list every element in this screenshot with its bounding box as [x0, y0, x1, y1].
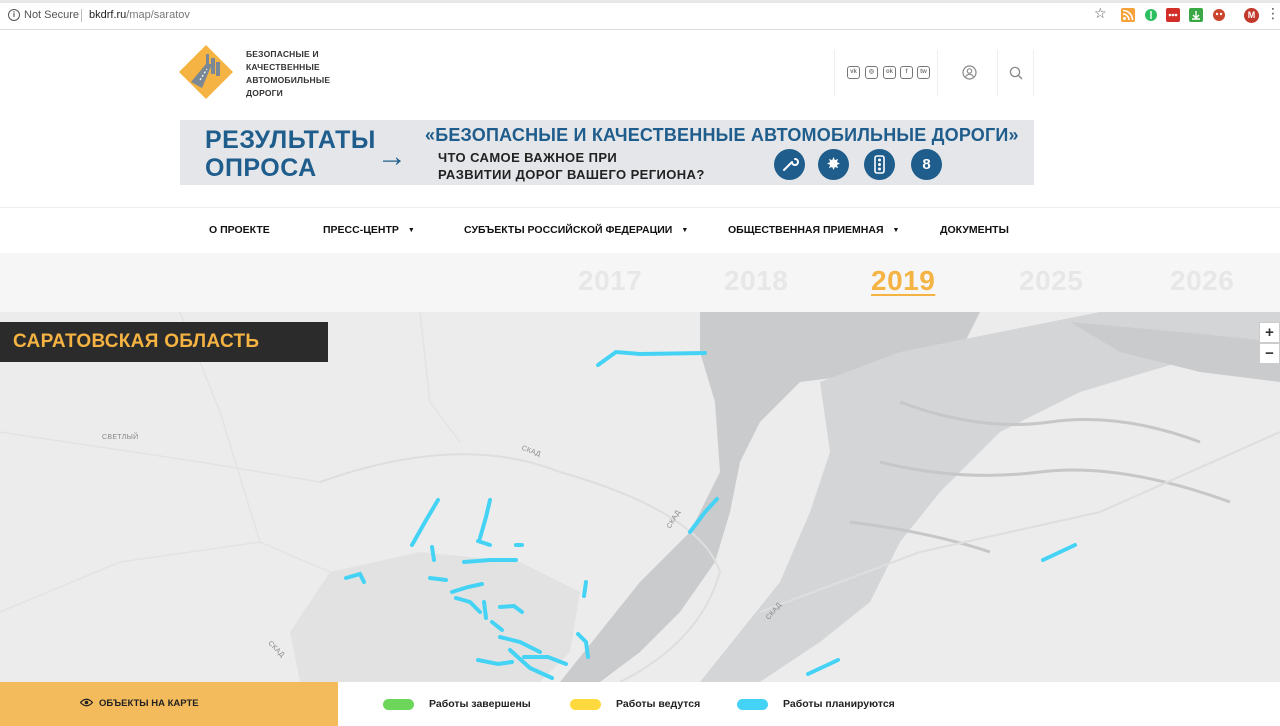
year-2019[interactable]: 2019	[871, 265, 935, 297]
survey-banner[interactable]: РЕЗУЛЬТАТЫ ОПРОСА → «БЕЗОПАСНЫЕ И КАЧЕСТ…	[180, 120, 1034, 185]
year-2025[interactable]: 2025	[1019, 265, 1083, 297]
vk-icon[interactable]: vk	[847, 66, 860, 79]
site-logo[interactable]	[178, 44, 234, 100]
nav-label: ПРЕСС-ЦЕНТР	[323, 224, 399, 236]
browser-menu-icon[interactable]: ⋮	[1266, 6, 1280, 20]
profile-avatar[interactable]: M	[1244, 8, 1259, 23]
nav-label: ОБЩЕСТВЕННАЯ ПРИЕМНАЯ	[728, 224, 884, 236]
info-icon[interactable]: i	[8, 9, 20, 21]
facebook-icon[interactable]: f	[900, 66, 913, 79]
pothole-icon: ✸	[818, 149, 849, 180]
traffic-light-icon	[864, 149, 895, 180]
rss-icon[interactable]	[1121, 8, 1135, 22]
download-extension-icon[interactable]	[1189, 8, 1203, 22]
city-area	[290, 552, 580, 682]
banner-line-2: ОПРОСА	[205, 154, 317, 182]
url-host: bkdrf.ru	[89, 9, 127, 21]
user-icon	[962, 65, 977, 80]
map-label-svetly: СВЕТЛЫЙ	[102, 434, 139, 441]
browser-top-strip	[0, 0, 1280, 3]
nav-item-public-reception[interactable]: ОБЩЕСТВЕННАЯ ПРИЕМНАЯ ▼	[728, 224, 899, 236]
bookmark-star-icon[interactable]: ☆	[1094, 5, 1108, 21]
url-path: /map/saratov	[126, 9, 190, 21]
odnoklassniki-icon[interactable]: ok	[883, 66, 896, 79]
banner-question-title: «БЕЗОПАСНЫЕ И КАЧЕСТВЕННЫЕ АВТОМОБИЛЬНЫЕ…	[425, 125, 1019, 145]
map-canvas[interactable]	[0, 312, 1280, 682]
nav-label: СУБЪЕКТЫ РОССИЙСКОЙ ФЕДЕРАЦИИ	[464, 224, 673, 236]
legend-swatch-yellow	[570, 699, 601, 710]
caret-down-icon: ▼	[407, 227, 415, 234]
nav-item-documents[interactable]: ДОКУМЕНТЫ	[940, 224, 1009, 236]
banner-subtitle-line-1: ЧТО САМОЕ ВАЖНОЕ ПРИ	[438, 150, 618, 165]
instagram-icon[interactable]: ◎	[865, 66, 878, 79]
caret-down-icon: ▼	[681, 227, 689, 234]
objects-on-map-label: ОБЪЕКТЫ НА КАРТЕ	[99, 698, 199, 709]
banner-line-1: РЕЗУЛЬТАТЫ	[205, 126, 376, 154]
twitter-icon[interactable]: tw	[917, 66, 930, 79]
evernote-icon[interactable]	[1144, 8, 1158, 22]
lastpass-icon[interactable]	[1166, 8, 1180, 22]
region-map[interactable]: САРАТОВСКАЯ ОБЛАСТЬ + − СВЕТЛЫЙ СКАД СКА…	[0, 312, 1280, 682]
nav-label: ДОКУМЕНТЫ	[940, 224, 1009, 236]
year-2026[interactable]: 2026	[1170, 265, 1234, 297]
zoom-out-button[interactable]: −	[1259, 343, 1280, 364]
legend-swatch-green	[383, 699, 414, 710]
zoom-in-button[interactable]: +	[1259, 322, 1280, 343]
legend-label: Работы завершены	[429, 698, 531, 710]
wrench-icon	[774, 149, 805, 180]
nav-item-press-center[interactable]: ПРЕСС-ЦЕНТР ▼	[323, 224, 415, 236]
social-links: vk ◎ ok f tw	[834, 50, 938, 96]
region-title: САРАТОВСКАЯ ОБЛАСТЬ	[0, 322, 328, 362]
map-legend-bar: ОБЪЕКТЫ НА КАРТЕ Работы завершены Работы…	[0, 682, 1280, 726]
eye-icon	[80, 698, 93, 707]
legend-label: Работы планируются	[783, 698, 895, 710]
objects-on-map-button[interactable]: ОБЪЕКТЫ НА КАРТЕ	[0, 682, 338, 726]
url-field[interactable]: bkdrf.ru/map/saratov	[89, 9, 190, 21]
banner-results-title: РЕЗУЛЬТАТЫ ОПРОСА	[205, 126, 376, 182]
legend-label: Работы ведутся	[616, 698, 701, 710]
number-badge-icon: 8	[911, 149, 942, 180]
security-status: Not Secure	[24, 9, 80, 21]
year-2017[interactable]: 2017	[578, 265, 642, 297]
nav-item-about[interactable]: О ПРОЕКТЕ	[209, 224, 270, 236]
search-button[interactable]	[998, 50, 1034, 96]
search-icon	[1009, 66, 1023, 80]
banner-subtitle: ЧТО САМОЕ ВАЖНОЕ ПРИ РАЗВИТИИ ДОРОГ ВАШЕ…	[438, 149, 705, 183]
logo-text[interactable]: БЕЗОПАСНЫЕ И КАЧЕСТВЕННЫЕ АВТОМОБИЛЬНЫЕ …	[246, 48, 346, 100]
caret-down-icon: ▼	[892, 227, 900, 234]
year-2018[interactable]: 2018	[724, 265, 788, 297]
arrow-right-icon: →	[377, 140, 407, 173]
year-selector: 2017 2018 2019 2025 2026	[0, 253, 1280, 312]
nav-label: О ПРОЕКТЕ	[209, 224, 270, 236]
banner-subtitle-line-2: РАЗВИТИИ ДОРОГ ВАШЕГО РЕГИОНА?	[438, 167, 705, 182]
address-divider	[81, 9, 82, 22]
main-navigation: О ПРОЕКТЕ ПРЕСС-ЦЕНТР ▼ СУБЪЕКТЫ РОССИЙСК…	[0, 207, 1280, 253]
legend-swatch-blue	[737, 699, 768, 710]
mascot-extension-icon[interactable]	[1212, 8, 1226, 22]
nav-item-federation-subjects[interactable]: СУБЪЕКТЫ РОССИЙСКОЙ ФЕДЕРАЦИИ ▼	[464, 224, 688, 236]
user-account-button[interactable]	[938, 50, 998, 96]
browser-address-bar: i Not Secure bkdrf.ru/map/saratov ☆ M ⋮	[0, 0, 1280, 30]
